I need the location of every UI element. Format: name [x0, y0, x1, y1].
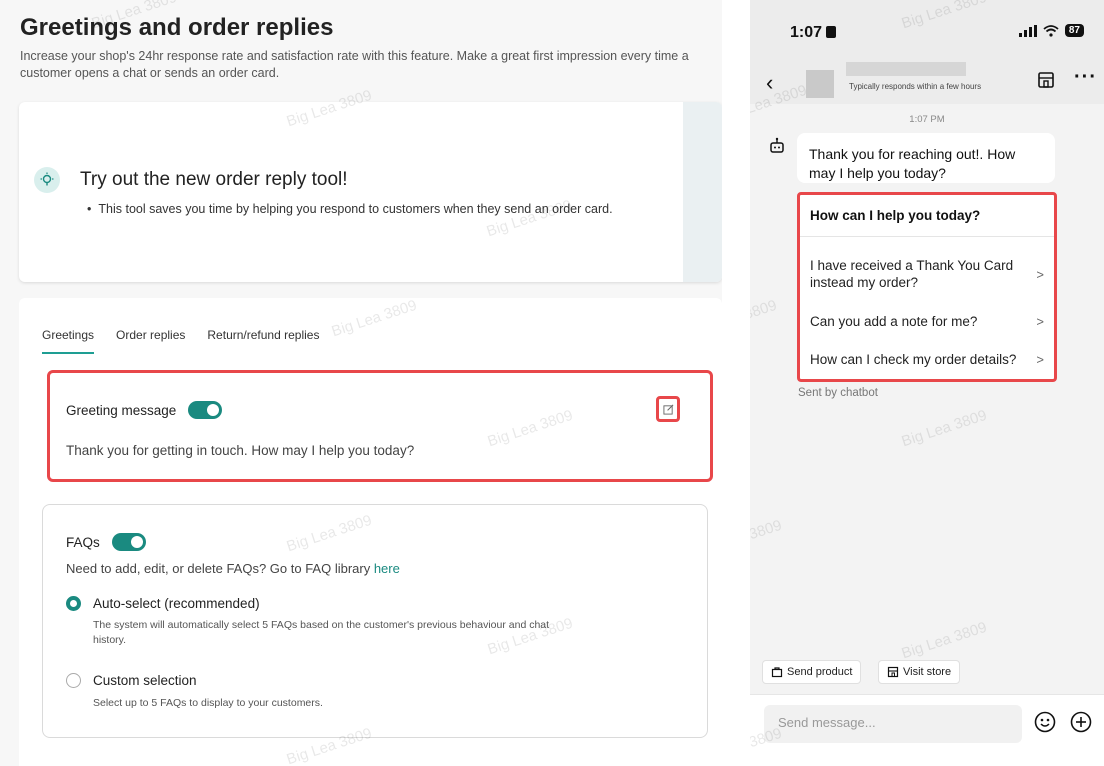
- faq-item[interactable]: How can I check my order details? >: [810, 351, 1050, 368]
- battery-icon: 87: [1064, 24, 1084, 37]
- more-icon[interactable]: ···: [1074, 66, 1097, 89]
- avatar: [806, 70, 834, 98]
- promo-bullet: This tool saves you time by helping you …: [87, 202, 612, 216]
- radio-selected-icon[interactable]: [66, 596, 81, 611]
- chevron-right-icon: >: [1036, 314, 1044, 329]
- radio-custom-selection-description: Select up to 5 FAQs to display to your c…: [93, 697, 323, 709]
- greeting-message-section: Greeting message Thank you for getting i…: [47, 370, 713, 482]
- message-input-bar: Send message...: [750, 694, 1104, 766]
- greeting-message-label: Greeting message: [66, 402, 177, 418]
- faq-card-heading: How can I help you today?: [800, 195, 1054, 237]
- faqs-header: FAQs: [66, 533, 146, 551]
- radio-auto-select-label: Auto-select (recommended): [93, 596, 260, 611]
- emoji-icon[interactable]: [1034, 711, 1056, 733]
- shop-name-redacted: [846, 62, 966, 76]
- faq-card: How can I help you today? I have receive…: [797, 192, 1057, 382]
- promo-title: Try out the new order reply tool!: [80, 169, 348, 190]
- tab-bar: Greetings Order replies Return/refund re…: [42, 328, 319, 354]
- bag-icon: [771, 667, 783, 678]
- edit-button[interactable]: [656, 396, 680, 422]
- tab-greetings[interactable]: Greetings: [42, 328, 95, 354]
- status-time: 1:07: [790, 24, 837, 42]
- faq-item[interactable]: Can you add a note for me? >: [810, 313, 1050, 330]
- visit-store-button[interactable]: Visit store: [878, 660, 961, 684]
- faqs-toggle[interactable]: [111, 533, 146, 551]
- page-description: Increase your shop's 24hr response rate …: [20, 49, 689, 80]
- faqs-section: FAQs Need to add, edit, or delete FAQs? …: [42, 504, 708, 738]
- faq-item-label: Can you add a note for me?: [810, 314, 978, 329]
- greeting-message-text: Thank you for getting in touch. How may …: [66, 443, 415, 458]
- chevron-right-icon: >: [1036, 267, 1044, 282]
- watermark: Big Lea 3809: [899, 406, 989, 451]
- page-title: Greetings and order replies: [20, 14, 334, 41]
- radio-auto-select[interactable]: Auto-select (recommended): [66, 596, 260, 611]
- tab-return-refund-replies[interactable]: Return/refund replies: [207, 328, 319, 350]
- chevron-right-icon: >: [1036, 352, 1044, 367]
- seller-settings-panel: Greetings and order replies Increase you…: [0, 0, 722, 766]
- greeting-toggle[interactable]: [188, 401, 223, 419]
- faq-library-note: Need to add, edit, or delete FAQs? Go to…: [66, 561, 400, 576]
- greeting-message-header: Greeting message: [66, 401, 223, 419]
- edit-icon: [662, 404, 673, 415]
- message-input[interactable]: Send message...: [764, 705, 1022, 743]
- tab-order-replies[interactable]: Order replies: [116, 328, 185, 350]
- radio-auto-select-description: The system will automatically select 5 F…: [93, 619, 550, 646]
- radio-unselected-icon[interactable]: [66, 673, 81, 688]
- plus-icon[interactable]: [1070, 711, 1092, 733]
- status-bar: 1:07 87: [750, 0, 1104, 62]
- watermark: Big Lea 3809: [750, 516, 784, 560]
- lightbulb-icon: [34, 167, 60, 193]
- faq-item[interactable]: I have received a Thank You Card instead…: [810, 257, 1050, 291]
- back-icon[interactable]: ‹: [766, 70, 773, 96]
- send-product-button[interactable]: Send product: [762, 660, 862, 684]
- radio-custom-selection[interactable]: Custom selection: [66, 673, 197, 688]
- bot-icon: [770, 137, 784, 153]
- watermark: Big Lea 3809: [899, 618, 989, 663]
- watermark: Big Lea 3809: [750, 296, 779, 340]
- chat-header: ‹ Typically responds within a few hours …: [750, 62, 1104, 104]
- radio-custom-selection-label: Custom selection: [93, 673, 197, 688]
- sim-icon: [826, 26, 837, 38]
- faq-library-link[interactable]: here: [374, 561, 400, 576]
- message-timestamp: 1:07 PM: [909, 114, 945, 125]
- faq-item-label: I have received a Thank You Card instead…: [810, 258, 1014, 290]
- faq-item-label: How can I check my order details?: [810, 352, 1017, 367]
- store-icon[interactable]: [1036, 70, 1056, 90]
- signal-icon: [1018, 24, 1037, 37]
- faqs-label: FAQs: [66, 534, 100, 550]
- response-time: Typically responds within a few hours: [849, 82, 982, 91]
- store-icon: [887, 666, 899, 678]
- settings-card: Greetings Order replies Return/refund re…: [19, 298, 722, 766]
- promo-banner: Try out the new order reply tool! This t…: [19, 102, 722, 282]
- sent-by-label: Sent by chatbot: [798, 387, 878, 399]
- status-icons: 87: [1018, 24, 1084, 37]
- wifi-icon: [1043, 24, 1059, 37]
- promo-image-area: [683, 102, 722, 282]
- bot-message-bubble: Thank you for reaching out!. How may I h…: [797, 133, 1055, 183]
- phone-chat-preview: 1:07 87 ‹ Typically responds within a fe…: [750, 0, 1104, 766]
